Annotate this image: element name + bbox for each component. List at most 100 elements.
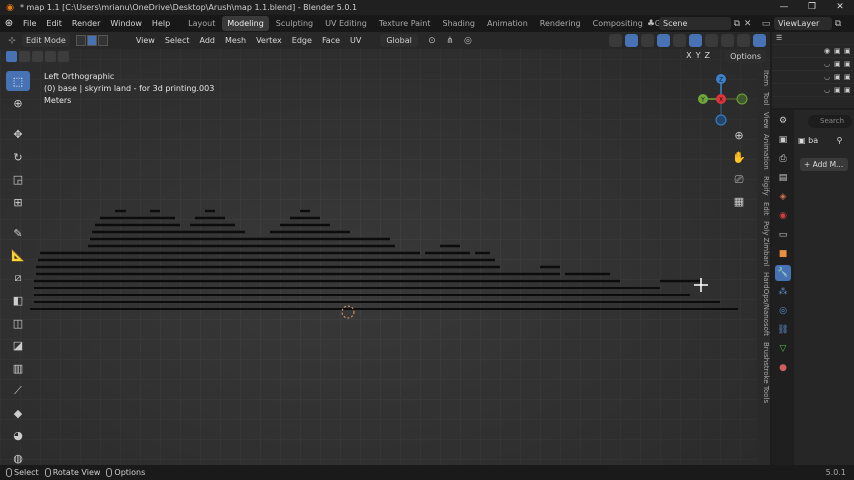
view-layer-icon[interactable]: ▭	[760, 18, 772, 30]
menu-view[interactable]: View	[131, 32, 160, 49]
transform-tool-icon[interactable]: ⊞	[6, 192, 30, 212]
outliner-row[interactable]: ◉ ▣ ▣	[772, 45, 854, 58]
render-icon[interactable]: ▣	[844, 60, 852, 68]
select-box-tool-icon[interactable]: ⬚	[6, 71, 30, 91]
menu-edge[interactable]: Edge	[287, 32, 317, 49]
tab-modeling[interactable]: Modeling	[222, 16, 269, 31]
material-props-icon[interactable]: ●	[775, 360, 791, 376]
spin-tool-icon[interactable]: ◕	[6, 426, 30, 446]
constraints-props-icon[interactable]: ⛓	[775, 322, 791, 338]
options-dropdown[interactable]: Options	[725, 50, 766, 63]
scene-props-icon[interactable]: ◈	[775, 189, 791, 205]
object-props-icon[interactable]: ■	[775, 246, 791, 262]
3d-viewport[interactable]: X Y Z Options Left Orthographic (0) base…	[0, 49, 770, 465]
physics-props-icon[interactable]: ◎	[775, 303, 791, 319]
camera-icon[interactable]: ▣	[834, 60, 842, 68]
sidebar-tab-hardops[interactable]: HardOps/Nanosoft	[757, 269, 770, 339]
close-button[interactable]: ✕	[826, 0, 854, 15]
select-invert-icon[interactable]	[45, 51, 56, 62]
sidebar-tab-animation[interactable]: Animation	[757, 131, 770, 173]
navigation-gizmo[interactable]: Z Y X	[692, 74, 752, 126]
view-layer-props-icon[interactable]: ▤	[775, 170, 791, 186]
outliner-editor-icon[interactable]: ☰	[776, 34, 784, 42]
gizmo-neg-z-axis[interactable]	[715, 114, 727, 126]
eye-icon[interactable]: ◡	[824, 60, 832, 68]
pan-hand-icon[interactable]: ✋	[730, 149, 748, 167]
tab-rendering[interactable]: Rendering	[535, 16, 586, 31]
outliner-row[interactable]: ◡ ▣ ▣	[772, 71, 854, 84]
scene-close-icon[interactable]: ✕	[742, 18, 753, 30]
maximize-button[interactable]: ❐	[798, 0, 826, 15]
blender-logo-icon[interactable]: ⊛	[0, 18, 18, 29]
editor-type-icon[interactable]: ⊹	[6, 35, 18, 47]
extrude-tool-icon[interactable]: ◧	[6, 291, 30, 311]
gizmo-toggle-icon[interactable]	[625, 34, 638, 47]
shading-options-icon[interactable]	[753, 34, 766, 47]
sidebar-tab-view[interactable]: View	[757, 109, 770, 132]
3d-cursor[interactable]	[341, 305, 355, 319]
shading-rendered-icon[interactable]	[737, 34, 750, 47]
view-layer-name-field[interactable]: ViewLayer	[774, 17, 832, 30]
tab-texture-paint[interactable]: Texture Paint	[374, 16, 436, 31]
knife-tool-icon[interactable]: ⟋	[6, 381, 30, 401]
sidebar-tab-brushstroke[interactable]: Brushstroke Tools	[757, 339, 770, 406]
annotate-tool-icon[interactable]: ✎	[6, 223, 30, 243]
properties-search-input[interactable]: Search	[808, 115, 852, 128]
visibility-icon[interactable]	[609, 34, 622, 47]
output-props-icon[interactable]: ⎙	[775, 151, 791, 167]
zoom-icon[interactable]: ⊕	[730, 127, 748, 145]
pin-icon[interactable]: ⚲	[837, 136, 843, 145]
move-tool-icon[interactable]: ✥	[6, 125, 30, 145]
loop-cut-tool-icon[interactable]: ▥	[6, 358, 30, 378]
outliner-row[interactable]: ◡ ▣ ▣	[772, 58, 854, 71]
eye-icon[interactable]: ◉	[824, 47, 832, 55]
select-intersect-icon[interactable]	[58, 51, 69, 62]
camera-icon[interactable]: ▣	[834, 86, 842, 94]
menu-mesh[interactable]: Mesh	[220, 32, 251, 49]
shading-material-icon[interactable]	[721, 34, 734, 47]
menu-render[interactable]: Render	[67, 15, 105, 32]
menu-edit[interactable]: Edit	[41, 15, 67, 32]
perspective-toggle-icon[interactable]: ▦	[730, 193, 748, 211]
outliner-row[interactable]: ◡ ▣ ▣	[772, 84, 854, 97]
sidebar-tab-rigify[interactable]: Rigify	[757, 173, 770, 199]
edge-select-icon[interactable]	[86, 35, 97, 46]
snap-icon[interactable]: ⋔	[444, 35, 456, 47]
rotate-tool-icon[interactable]: ↻	[6, 147, 30, 167]
tab-shading[interactable]: Shading	[437, 16, 480, 31]
render-icon[interactable]: ▣	[844, 73, 852, 81]
minimize-button[interactable]: —	[770, 0, 798, 15]
menu-help[interactable]: Help	[147, 15, 175, 32]
tab-animation[interactable]: Animation	[482, 16, 533, 31]
mode-dropdown[interactable]: Edit Mode	[22, 34, 70, 47]
world-props-icon[interactable]: ◉	[775, 208, 791, 224]
render-icon[interactable]: ▣	[844, 86, 852, 94]
modifier-props-icon[interactable]: 🔧	[775, 265, 791, 281]
select-subtract-icon[interactable]	[32, 51, 43, 62]
camera-icon[interactable]: ▣	[834, 73, 842, 81]
particles-props-icon[interactable]: ⁂	[775, 284, 791, 300]
sidebar-tab-item[interactable]: Item	[757, 67, 770, 89]
tool-props-icon[interactable]: ⚙	[775, 113, 791, 129]
add-modifier-button[interactable]: + Add M...	[800, 158, 848, 171]
select-new-icon[interactable]	[6, 51, 17, 62]
mirror-z-toggle[interactable]: Z	[705, 51, 710, 60]
render-icon[interactable]: ▣	[844, 47, 852, 55]
face-select-icon[interactable]	[97, 35, 108, 46]
view-layer-copy-icon[interactable]: ⧉	[832, 18, 844, 30]
mirror-y-toggle[interactable]: Y	[696, 51, 701, 60]
data-props-icon[interactable]: ▽	[775, 341, 791, 357]
menu-face[interactable]: Face	[317, 32, 345, 49]
scene-icon[interactable]: ♣	[645, 18, 657, 30]
cursor-tool-icon[interactable]: ⊕	[6, 94, 30, 114]
inset-tool-icon[interactable]: ◫	[6, 313, 30, 333]
overlay-icon[interactable]	[641, 34, 654, 47]
menu-select[interactable]: Select	[160, 32, 195, 49]
add-cube-tool-icon[interactable]: ⧄	[6, 268, 30, 288]
tab-uv-editing[interactable]: UV Editing	[320, 16, 372, 31]
camera-view-icon[interactable]: ⎚	[730, 171, 748, 189]
mesh-edit-overlay-icon[interactable]	[673, 34, 686, 47]
shading-solid-icon[interactable]	[705, 34, 718, 47]
menu-vertex[interactable]: Vertex	[251, 32, 287, 49]
eye-icon[interactable]: ◡	[824, 73, 832, 81]
